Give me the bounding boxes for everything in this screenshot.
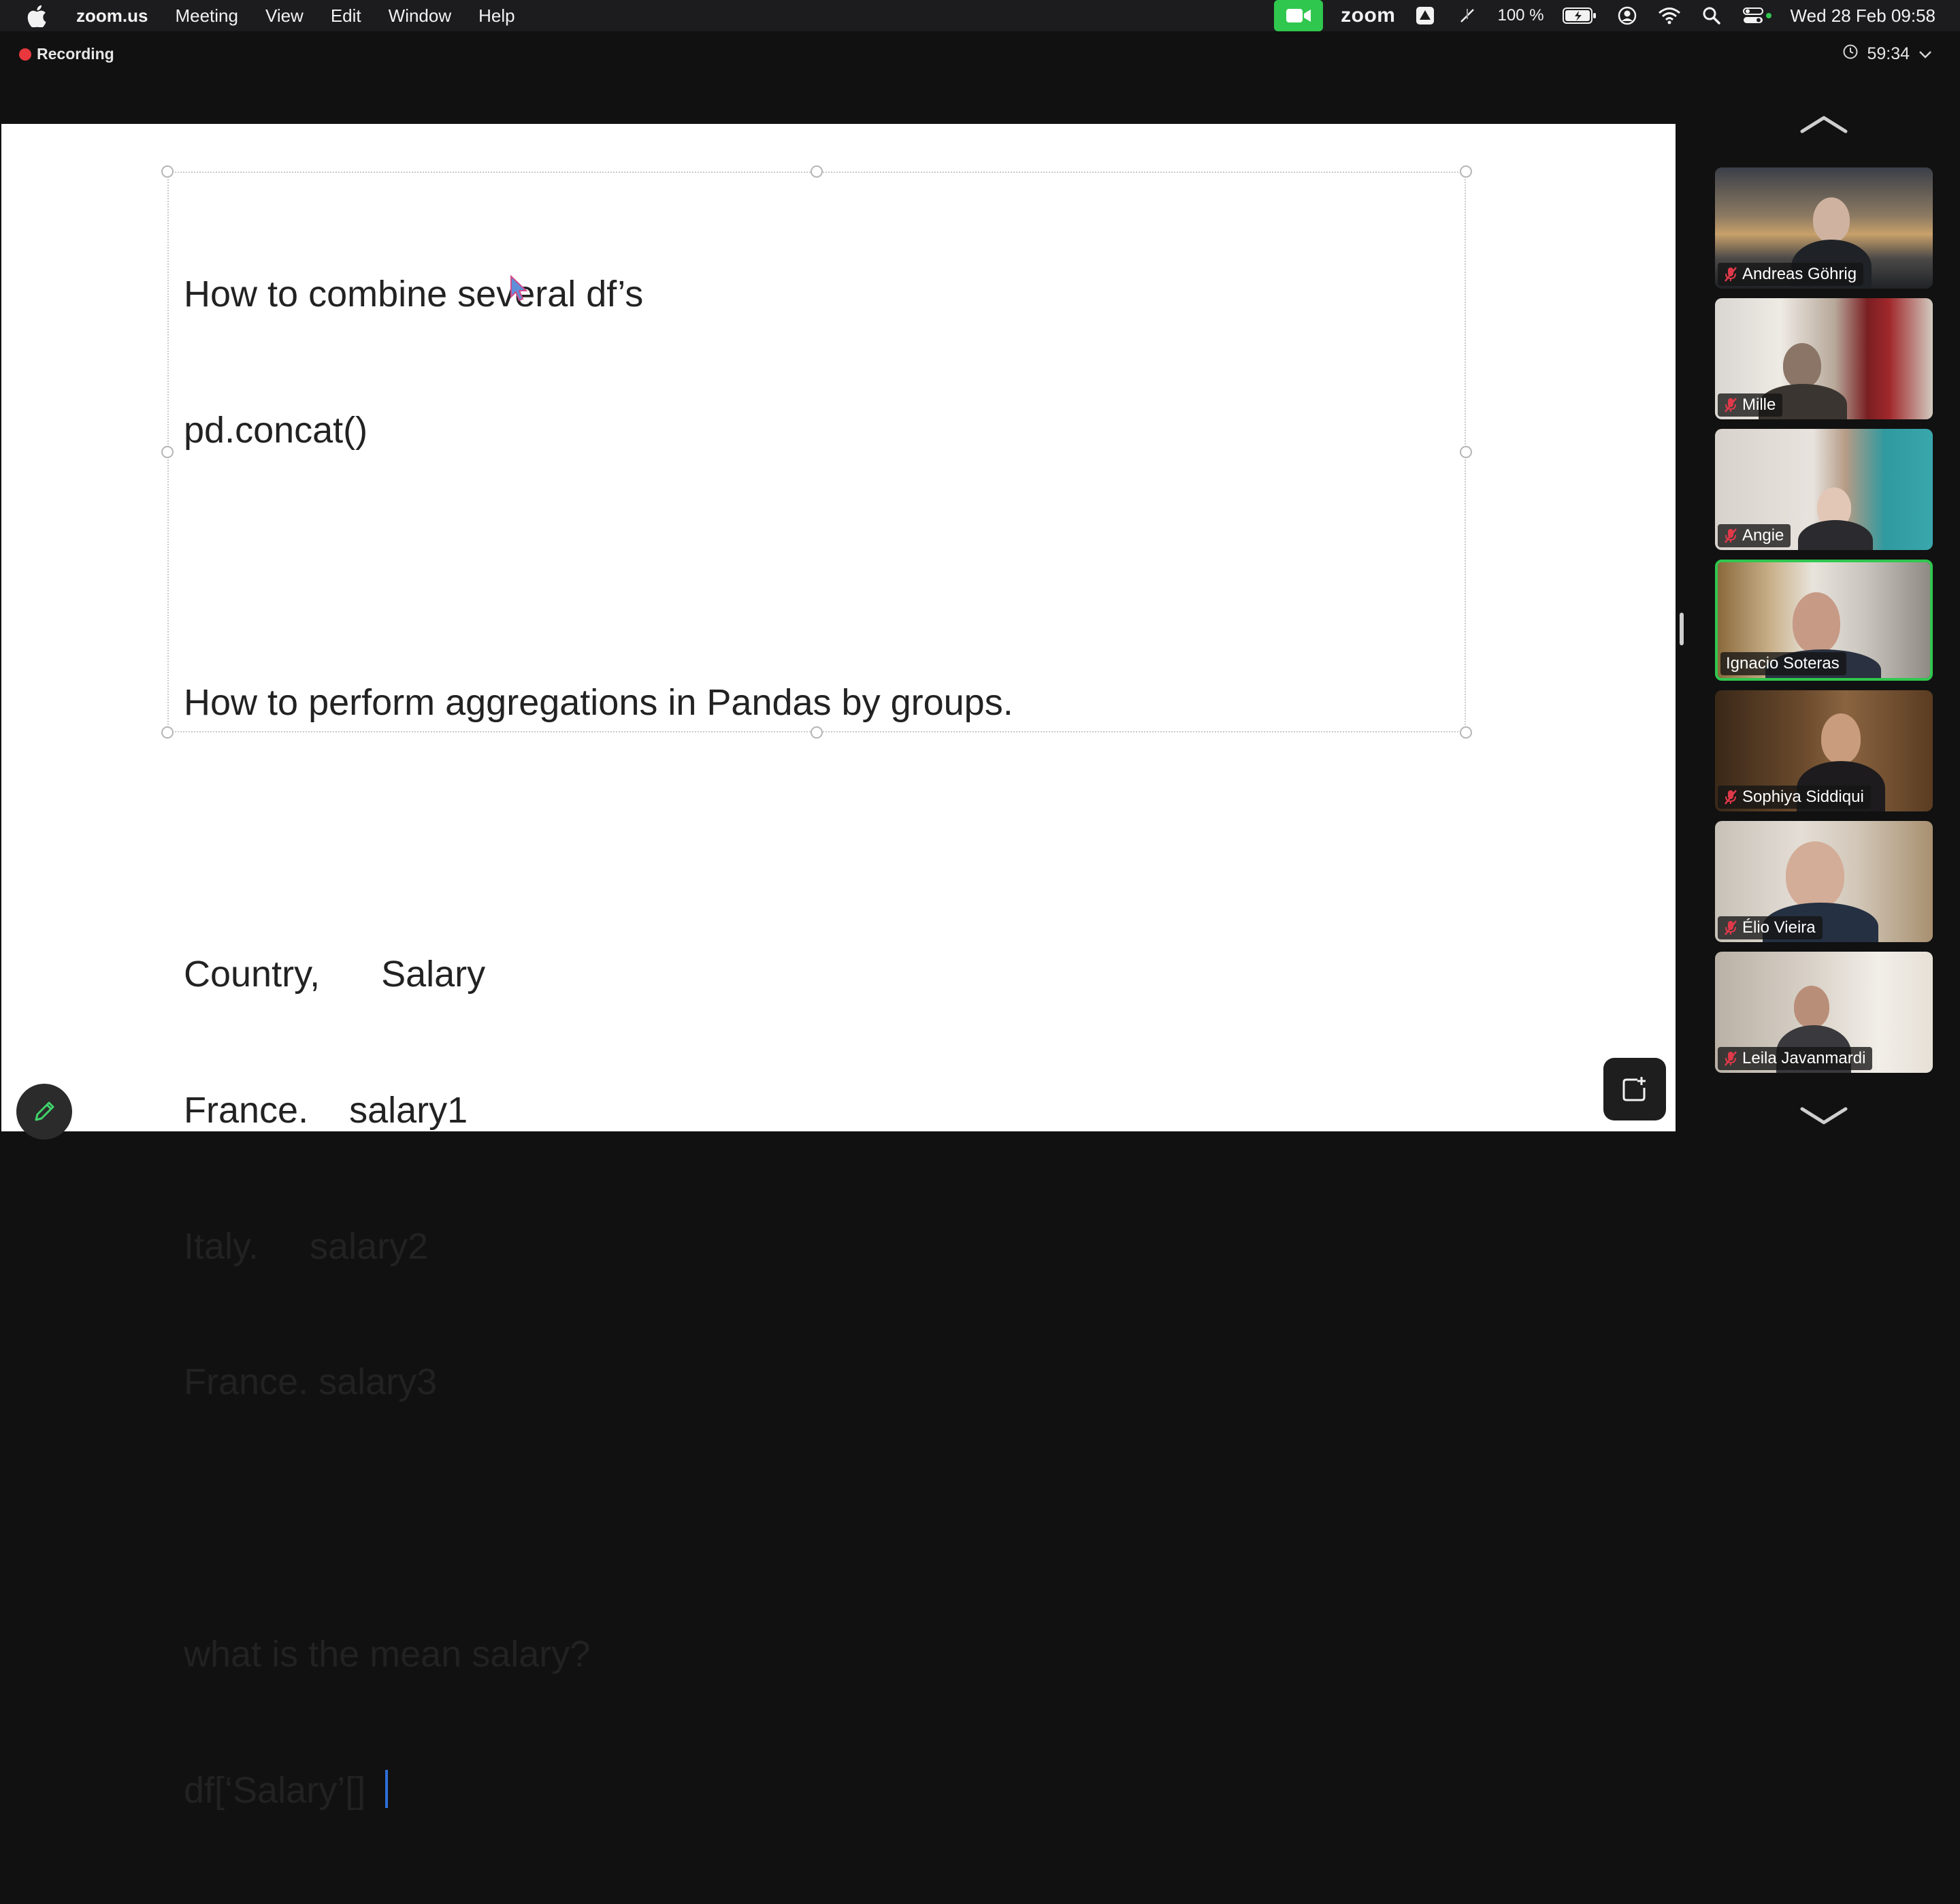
spotlight-search-icon[interactable] <box>1699 3 1724 28</box>
participant-name: Angie <box>1742 526 1784 545</box>
mouse-pointer-icon <box>509 274 529 306</box>
doc-line <box>184 1496 1013 1541</box>
muted-feature-icon[interactable] <box>1455 3 1480 28</box>
recording-indicator[interactable]: Recording <box>19 45 114 63</box>
participant-nameplate: Ignacio Soteras <box>1720 652 1846 675</box>
document-text[interactable]: How to combine several df’s pd.concat() … <box>184 181 1013 1904</box>
participant-nameplate: Élio Vieira <box>1718 916 1823 939</box>
battery-percent: 100 % <box>1497 6 1544 25</box>
doc-line: France. salary1 <box>184 1089 468 1131</box>
participant-tile[interactable]: Mille <box>1715 298 1933 419</box>
meeting-top-bar: Recording 59:34 <box>0 31 1960 124</box>
participant-tile-active[interactable]: Ignacio Soteras <box>1715 560 1933 681</box>
resize-handle-top-right[interactable] <box>1460 165 1472 178</box>
participant-tile[interactable]: Angie <box>1715 429 1933 550</box>
app-menu-zoom[interactable]: zoom.us <box>76 5 148 27</box>
chevron-down-icon[interactable] <box>1797 1103 1851 1130</box>
apple-logo-icon[interactable] <box>22 0 53 31</box>
menu-window[interactable]: Window <box>389 5 451 27</box>
pen-icon[interactable] <box>16 1084 72 1140</box>
doc-line: what is the mean salary? <box>184 1634 591 1675</box>
doc-line: How to perform aggregations in Pandas by… <box>184 681 1013 723</box>
participant-tile[interactable]: Andreas Göhrig <box>1715 167 1933 289</box>
participant-nameplate: Andreas Göhrig <box>1718 263 1864 286</box>
text-box-selection[interactable]: How to combine several df’s pd.concat() … <box>161 165 1472 1811</box>
mic-muted-icon <box>1723 265 1738 283</box>
doc-line: France. salary3 <box>184 1361 438 1403</box>
meeting-timer[interactable]: 59:34 <box>1842 44 1933 65</box>
menu-meeting[interactable]: Meeting <box>175 5 238 27</box>
doc-line <box>184 816 1013 861</box>
resize-handle-bottom-left[interactable] <box>161 726 174 739</box>
doc-line-last: df[‘Salary’[] <box>184 1768 1013 1813</box>
recording-dot-icon <box>19 48 31 61</box>
menu-clock[interactable]: Wed 28 Feb 09:58 <box>1791 5 1936 27</box>
menu-view[interactable]: View <box>265 5 304 27</box>
participant-name: Sophiya Siddiqui <box>1742 788 1864 806</box>
mic-muted-icon <box>1723 396 1738 414</box>
doc-line: df[‘Salary’[] <box>184 1769 376 1811</box>
participant-nameplate: Sophiya Siddiqui <box>1718 786 1871 809</box>
resize-handle-middle-right[interactable] <box>1460 446 1472 458</box>
doc-line <box>184 544 1013 590</box>
share-screen-icon[interactable] <box>1603 1058 1666 1120</box>
resize-handle-bottom-right[interactable] <box>1460 726 1472 739</box>
control-center-icon[interactable] <box>1742 3 1773 28</box>
participant-name: Andreas Göhrig <box>1742 265 1857 283</box>
participant-nameplate: Leila Javanmardi <box>1718 1047 1873 1070</box>
participant-tile[interactable]: Sophiya Siddiqui <box>1715 690 1933 811</box>
participant-name: Élio Vieira <box>1742 918 1816 937</box>
participant-head <box>1783 343 1821 388</box>
zoom-status-label[interactable]: zoom <box>1341 4 1395 27</box>
mic-muted-icon <box>1723 788 1738 806</box>
mic-muted-icon <box>1723 919 1738 937</box>
doc-line: How to combine several df’s <box>184 274 644 315</box>
participant-nameplate: Mille <box>1718 393 1783 417</box>
timer-value: 59:34 <box>1867 44 1910 63</box>
participant-head <box>1786 841 1844 909</box>
resize-handle-middle-left[interactable] <box>161 446 174 458</box>
chevron-up-icon[interactable] <box>1797 110 1851 138</box>
participant-head <box>1813 197 1850 242</box>
participant-tile[interactable]: Leila Javanmardi <box>1715 952 1933 1073</box>
participant-head <box>1794 986 1829 1028</box>
text-caret <box>385 1769 389 1808</box>
menu-bar: zoom.us Meeting View Edit Window Help zo… <box>0 0 1960 31</box>
participant-head <box>1821 713 1861 764</box>
participant-name: Mille <box>1742 396 1776 414</box>
panel-resize-handle[interactable] <box>1680 613 1684 645</box>
recording-label: Recording <box>37 45 114 63</box>
doc-line: Country, Salary <box>184 954 486 995</box>
clock-icon <box>1842 44 1859 65</box>
menu-edit[interactable]: Edit <box>331 5 361 27</box>
participant-head <box>1793 592 1840 654</box>
chevron-down-icon[interactable] <box>1918 44 1933 64</box>
mic-muted-icon <box>1723 1050 1738 1067</box>
resize-handle-top-middle[interactable] <box>811 165 823 178</box>
resize-handle-top-left[interactable] <box>161 165 174 178</box>
shared-screen[interactable]: How to combine several df’s pd.concat() … <box>1 124 1676 1811</box>
participant-nameplate: Angie <box>1718 524 1791 547</box>
doc-line: Italy. salary2 <box>184 1225 429 1267</box>
drive-icon[interactable] <box>1413 3 1437 28</box>
battery-icon[interactable] <box>1562 3 1597 28</box>
user-account-icon[interactable] <box>1615 3 1639 28</box>
mic-muted-icon <box>1723 527 1738 545</box>
participant-name: Ignacio Soteras <box>1726 654 1840 673</box>
participant-name: Leila Javanmardi <box>1742 1049 1866 1067</box>
status-area: zoom 100 % Wed 28 Feb 09:58 <box>1274 0 1936 31</box>
menu-help[interactable]: Help <box>478 5 514 27</box>
participant-tile[interactable]: Élio Vieira <box>1715 821 1933 942</box>
wifi-icon[interactable] <box>1657 3 1682 28</box>
video-camera-icon[interactable] <box>1274 0 1324 31</box>
doc-line: pd.concat() <box>184 409 368 451</box>
